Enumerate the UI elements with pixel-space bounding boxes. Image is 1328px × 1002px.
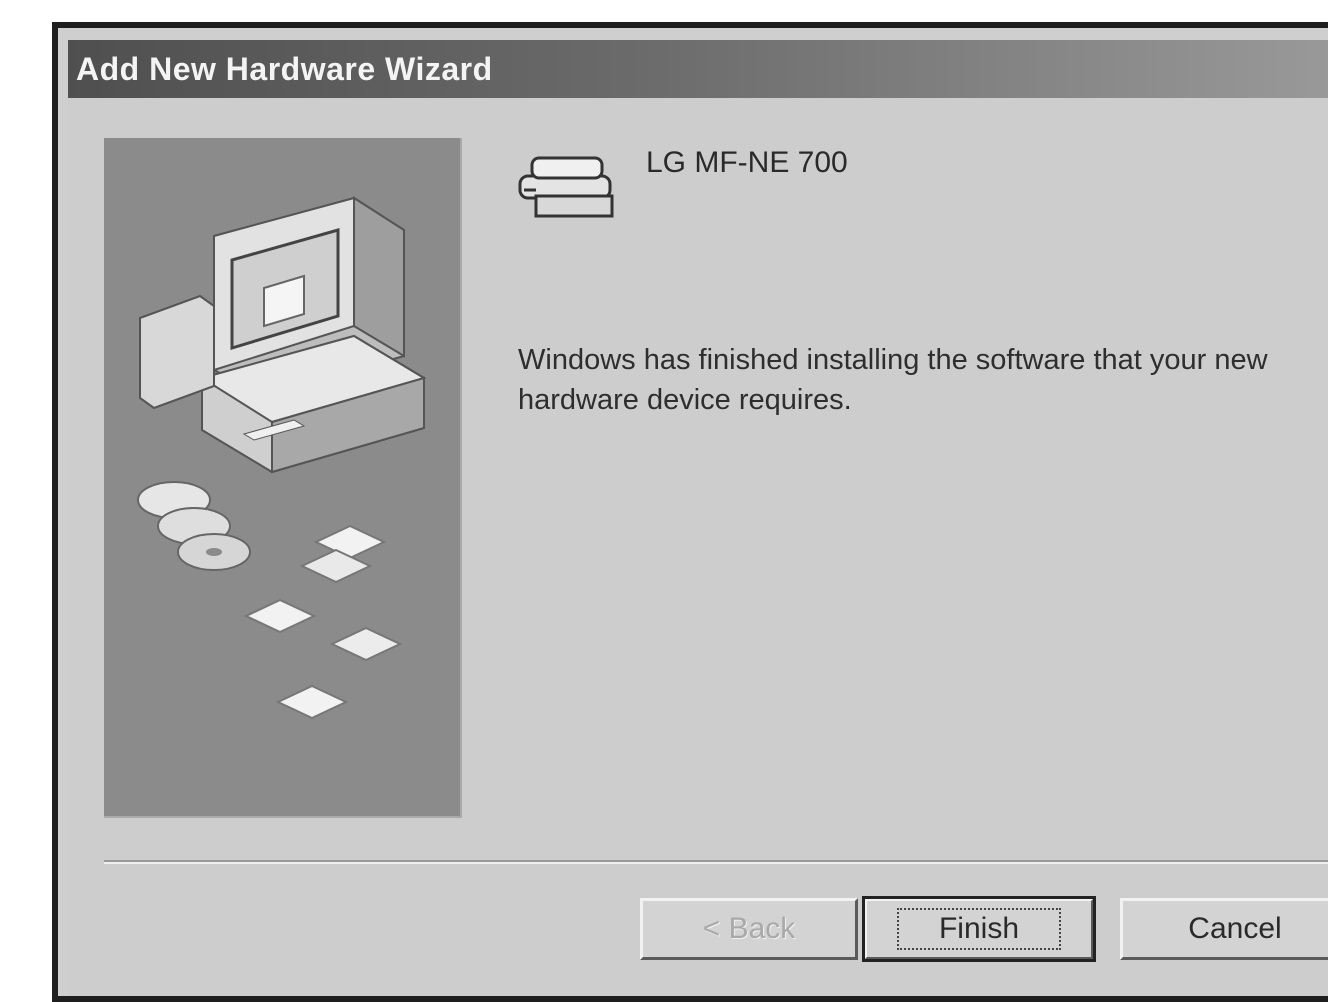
cancel-button[interactable]: Cancel (1120, 898, 1328, 960)
finish-button-label: Finish (896, 908, 1062, 950)
button-separator (104, 860, 1328, 864)
title-bar[interactable]: Add New Hardware Wizard (68, 40, 1328, 98)
device-name: LG MF-NE 700 (646, 146, 848, 179)
back-button[interactable]: < Back (640, 898, 858, 960)
computer-with-disks-illustration (137, 196, 427, 720)
finish-button[interactable]: Finish (862, 896, 1096, 962)
hardware-device-icon (516, 150, 616, 222)
screenshot-frame: Add New Hardware Wizard LG MF-NE 700 Win… (52, 22, 1328, 1002)
window-title: Add New Hardware Wizard (76, 50, 493, 87)
completion-message: Windows has finished installing the soft… (518, 344, 1268, 416)
wizard-side-panel (104, 138, 462, 818)
wizard-dialog: Add New Hardware Wizard LG MF-NE 700 Win… (68, 40, 1328, 996)
